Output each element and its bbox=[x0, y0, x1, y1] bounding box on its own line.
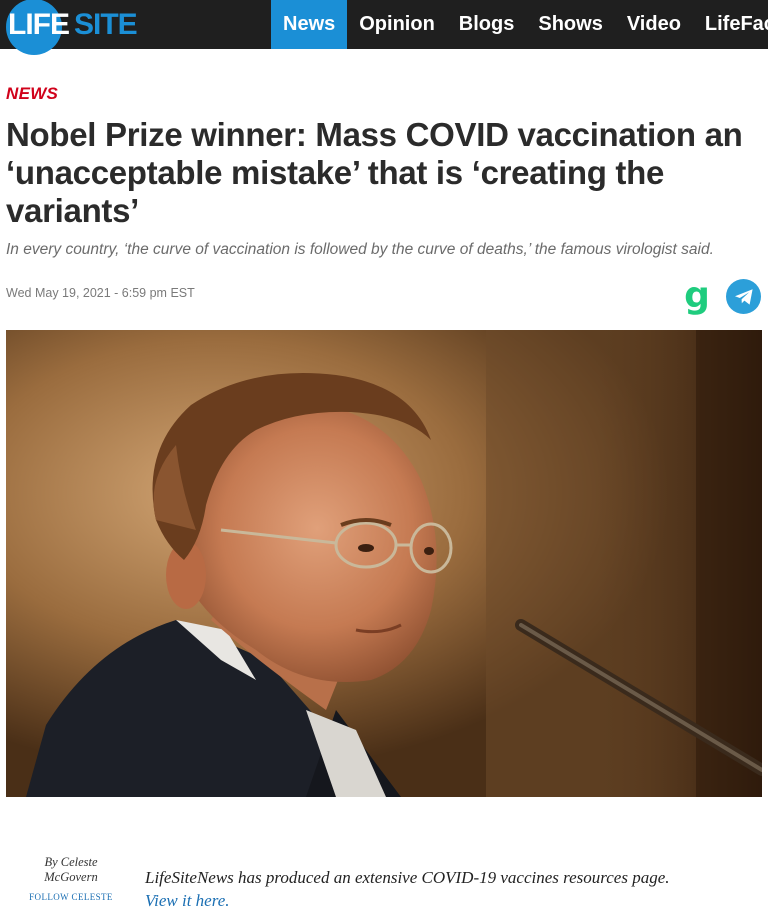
article-subtitle: In every country, ‘the curve of vaccinat… bbox=[6, 241, 714, 258]
telegram-plane-icon bbox=[734, 288, 753, 305]
body-text: LifeSiteNews has produced an extensive C… bbox=[145, 868, 670, 887]
nav-item-shows[interactable]: Shows bbox=[526, 0, 614, 49]
article-hero-photo bbox=[6, 330, 762, 797]
nav-item-lifefacts[interactable]: LifeFact bbox=[693, 0, 768, 49]
article-date: Wed May 19, 2021 - 6:59 pm EST bbox=[6, 286, 195, 300]
author-byline[interactable]: By Celeste McGovern bbox=[26, 855, 116, 885]
gab-glyph: g bbox=[684, 275, 710, 316]
nav-item-blogs[interactable]: Blogs bbox=[447, 0, 527, 49]
nav-item-video[interactable]: Video bbox=[615, 0, 693, 49]
logo-site-text: SITE bbox=[74, 8, 138, 41]
article-category[interactable]: NEWS bbox=[6, 84, 58, 104]
telegram-share-icon[interactable] bbox=[726, 279, 761, 314]
gab-share-icon[interactable]: g bbox=[682, 278, 712, 314]
resources-link[interactable]: View it here. bbox=[145, 891, 230, 910]
nav-item-news[interactable]: News bbox=[271, 0, 348, 49]
byline-line-2: McGovern bbox=[44, 870, 98, 884]
nav-item-opinion[interactable]: Opinion bbox=[347, 0, 447, 49]
top-navbar: LIFE SITE News Opinion Blogs Shows Video… bbox=[0, 0, 768, 55]
logo-life-text: LIFE bbox=[8, 8, 70, 41]
article-headline: Nobel Prize winner: Mass COVID vaccinati… bbox=[6, 116, 743, 229]
lifesite-logo[interactable]: LIFE SITE bbox=[6, 0, 138, 55]
article-body-paragraph: LifeSiteNews has produced an extensive C… bbox=[145, 866, 745, 912]
byline-line-1: By Celeste bbox=[44, 855, 98, 869]
follow-author-link[interactable]: FOLLOW CELESTE bbox=[26, 892, 116, 902]
portrait-illustration bbox=[6, 330, 762, 797]
nav-menu: News Opinion Blogs Shows Video LifeFact bbox=[271, 0, 768, 49]
